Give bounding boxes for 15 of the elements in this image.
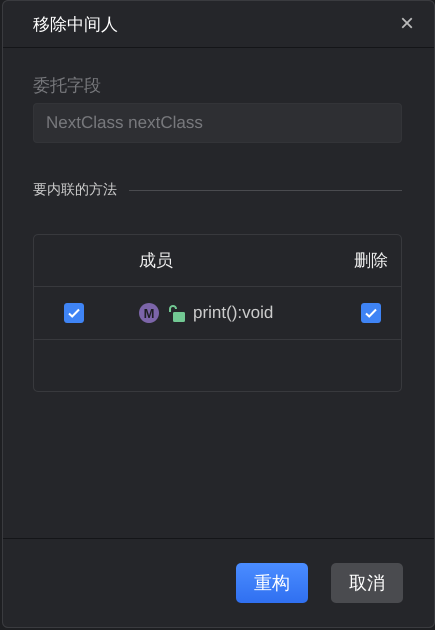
cancel-button[interactable]: 取消 [331,563,403,603]
field-label: 委托字段 [33,75,102,97]
unlocked-icon [167,304,185,322]
dialog-title: 移除中间人 [33,14,118,36]
section-title: 要内联的方法 [33,181,117,199]
member-name: print():void [193,303,274,323]
column-header: 成员 [139,250,173,272]
refactor-button[interactable]: 重构 [236,563,308,603]
method-badge: M [139,303,159,323]
checkmark-icon [67,306,81,320]
row-checkbox[interactable] [64,303,84,323]
checkmark-icon [364,306,378,320]
column-header: 删除 [354,250,388,272]
delete-checkbox[interactable] [361,303,381,323]
close-button[interactable]: × [400,12,414,36]
